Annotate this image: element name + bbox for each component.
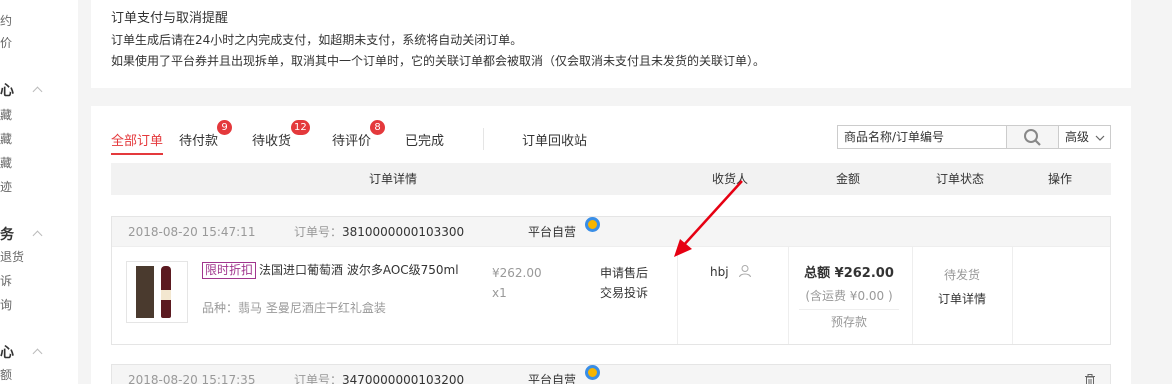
- tab-all-orders[interactable]: 全部订单: [111, 130, 164, 155]
- sidebar-item[interactable]: 迹: [0, 178, 12, 195]
- orders-table-header: 订单详情 收货人 金额 订单状态 操作: [111, 163, 1111, 195]
- after-sale-link[interactable]: 申请售后: [600, 263, 648, 283]
- tab-label: 待收货: [252, 134, 292, 149]
- advanced-label: 高级: [1065, 130, 1090, 144]
- order-number: 3470000000103200: [342, 373, 465, 384]
- gift-box-graphic: [136, 266, 154, 318]
- order-detail-link[interactable]: 订单详情: [912, 287, 1012, 311]
- tab-pending-receipt[interactable]: 待收货: [252, 130, 291, 149]
- order-number-label: 订单号：: [294, 373, 343, 384]
- count-badge: 9: [217, 120, 232, 135]
- order-status: 待发货: [943, 268, 980, 282]
- tab-divider: [483, 128, 484, 150]
- shop-name[interactable]: 平台自营: [528, 217, 576, 247]
- search-icon: [1024, 129, 1041, 146]
- sidebar-item[interactable]: 藏: [0, 130, 12, 147]
- sidebar-item[interactable]: 退货: [0, 248, 24, 265]
- tab-pending-review[interactable]: 待评价: [332, 130, 371, 149]
- product-image[interactable]: [126, 261, 188, 323]
- status-block: 待发货 订单详情: [912, 263, 1012, 311]
- product-variant: 品种：翡马 圣曼尼酒庄干红礼盒装: [202, 301, 386, 315]
- order-number: 3810000000103300: [342, 225, 465, 239]
- notice-line: 订单生成后请在24小时之内完成支付，如超期未支付，系统将自动关闭订单。: [111, 33, 523, 47]
- sidebar-section-heading: 心: [0, 345, 14, 361]
- chat-icon[interactable]: [585, 365, 600, 380]
- bottle-label-graphic: [161, 290, 171, 300]
- sidebar-item[interactable]: 藏: [0, 106, 12, 123]
- divider: [1012, 247, 1013, 344]
- order-item-row: 限时折扣 法国进口葡萄酒 波尔多AOC级750ml 品种：翡马 圣曼尼酒庄干红礼盒…: [112, 247, 1110, 344]
- column-header: 收货人: [712, 172, 749, 186]
- divider: [677, 247, 678, 344]
- sidebar-item[interactable]: 约: [0, 12, 12, 29]
- user-icon[interactable]: [738, 264, 752, 278]
- search-button[interactable]: [1007, 125, 1059, 149]
- amount-block: 总额 ¥262.00 (含运费 ¥0.00 ) 预存款: [788, 263, 910, 334]
- order-card: 2018-08-20 15:47:11 订单号： 381000000010330…: [111, 216, 1111, 345]
- chevron-up-icon[interactable]: [32, 86, 43, 97]
- shipping-fee: (含运费 ¥0.00 ): [805, 289, 893, 303]
- chevron-up-icon[interactable]: [32, 230, 43, 241]
- order-time: 2018-08-20 15:47:11: [128, 225, 256, 239]
- payment-notice: 订单支付与取消提醒 订单生成后请在24小时之内完成支付，如超期未支付，系统将自动…: [91, 0, 1131, 88]
- notice-line: 如果使用了平台券并且出现拆单，取消其中一个订单时，它的关联订单都会被取消（仅会取…: [111, 54, 766, 68]
- sidebar-item[interactable]: 价: [0, 34, 12, 51]
- product-name: 法国进口葡萄酒 波尔多AOC级750ml: [259, 263, 459, 277]
- sidebar-section-heading: 务: [0, 227, 14, 243]
- sidebar-item[interactable]: 询: [0, 296, 12, 313]
- tab-pending-payment[interactable]: 待付款: [179, 130, 218, 149]
- tab-label: 待付款: [179, 134, 219, 149]
- notice-title: 订单支付与取消提醒: [111, 11, 229, 26]
- tab-completed[interactable]: 已完成: [405, 130, 444, 149]
- total-label: 总额: [804, 266, 831, 281]
- sidebar-section-heading: 心: [0, 83, 14, 99]
- count-badge: 12: [291, 120, 310, 135]
- order-number-label: 订单号：: [294, 225, 343, 239]
- product-name-link[interactable]: 限时折扣 法国进口葡萄酒 波尔多AOC级750ml: [202, 261, 470, 279]
- sidebar-item[interactable]: 藏: [0, 154, 12, 171]
- orders-panel: 全部订单 待付款 9 待收货 12 待评价 8 已完成 订单回收站 商品名称/订…: [91, 106, 1131, 384]
- chevron-down-icon: [1095, 135, 1105, 141]
- column-header: 订单状态: [936, 172, 985, 186]
- sidebar-item[interactable]: 额: [0, 366, 12, 383]
- order-header: 2018-08-20 15:47:11 订单号： 381000000010330…: [112, 217, 1110, 247]
- left-sidebar: 约 价 心 藏 藏 藏 迹 务 退货 诉 询 心 额: [0, 0, 78, 384]
- chat-icon[interactable]: [585, 217, 600, 232]
- order-header: 2018-08-20 15:17:35 订单号： 347000000010320…: [112, 365, 1110, 384]
- column-header: 订单详情: [369, 172, 418, 186]
- payment-method: 预存款: [830, 315, 867, 329]
- item-actions: 申请售后 交易投诉: [600, 263, 648, 303]
- order-total: ¥262.00: [834, 266, 894, 281]
- order-card: 2018-08-20 15:17:35 订单号： 347000000010320…: [111, 364, 1111, 384]
- receiver-name: hbj: [710, 265, 729, 279]
- column-header: 操作: [1048, 172, 1073, 186]
- column-header: 金额: [836, 172, 861, 186]
- count-badge: 8: [370, 120, 385, 135]
- quantity: x1: [492, 286, 507, 300]
- advanced-search-button[interactable]: 高级: [1059, 125, 1111, 149]
- unit-price-block: ¥262.00 x1: [492, 263, 542, 303]
- sidebar-item[interactable]: 诉: [0, 272, 12, 289]
- order-time: 2018-08-20 15:17:35: [128, 373, 256, 384]
- unit-price: ¥262.00: [492, 266, 542, 280]
- tab-label: 待评价: [332, 134, 372, 149]
- complaint-link[interactable]: 交易投诉: [600, 283, 648, 303]
- trash-icon[interactable]: [1084, 374, 1096, 384]
- search-input[interactable]: 商品名称/订单编号: [837, 125, 1007, 149]
- promo-tag: 限时折扣: [202, 262, 257, 279]
- shop-name[interactable]: 平台自营: [528, 365, 576, 384]
- tab-recycle-bin[interactable]: 订单回收站: [522, 130, 587, 149]
- chevron-up-icon[interactable]: [32, 348, 43, 359]
